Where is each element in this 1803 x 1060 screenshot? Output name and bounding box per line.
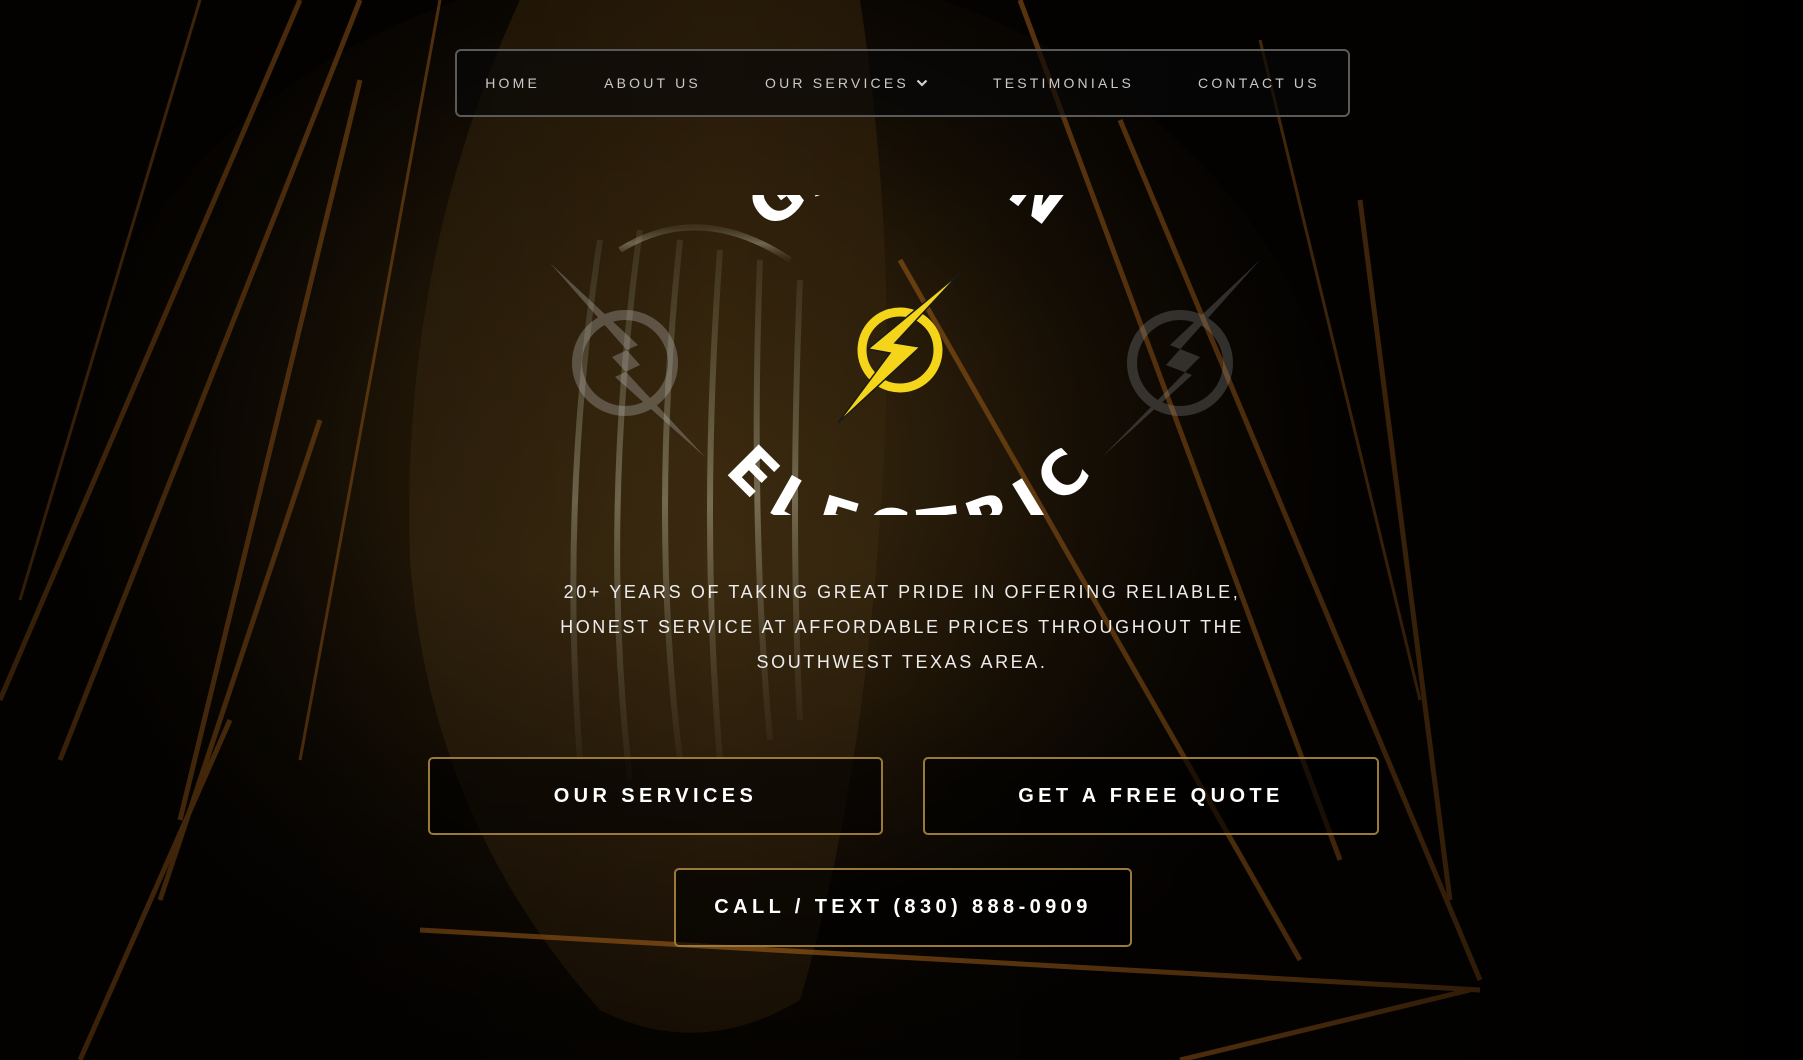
call-text-button[interactable]: CALL / TEXT (830) 888-0909 — [674, 868, 1132, 947]
tagline-line-1: 20+ YEARS OF TAKING GREAT PRIDE IN OFFER… — [563, 582, 1241, 602]
nav-testimonials-label: TESTIMONIALS — [992, 75, 1135, 91]
hero-section: HOME ABOUT US OUR SERVICES TESTIMONIALS … — [0, 0, 1803, 1060]
hero-tagline: 20+ YEARS OF TAKING GREAT PRIDE IN OFFER… — [560, 575, 1244, 680]
tagline-line-2: HONEST SERVICE AT AFFORDABLE PRICES THRO… — [560, 617, 1244, 637]
nav-home-label: HOME — [485, 75, 541, 91]
our-services-button-label: OUR SERVICES — [553, 784, 758, 807]
nav-about-link[interactable]: ABOUT US — [604, 75, 701, 91]
logo-bottom-text: ELECTRIC — [713, 432, 1106, 515]
nav-testimonials-link[interactable]: TESTIMONIALS — [993, 75, 1134, 91]
nav-services-label: OUR SERVICES — [764, 75, 909, 91]
logo-top-text: GALVAN — [734, 195, 1086, 243]
nav-home-link[interactable]: HOME — [485, 75, 540, 91]
nav-services-dropdown[interactable]: OUR SERVICES — [765, 75, 929, 91]
call-text-button-label: CALL / TEXT (830) 888-0909 — [714, 896, 1092, 918]
free-quote-button[interactable]: GET A FREE QUOTE — [923, 757, 1379, 835]
tagline-line-3: SOUTHWEST TEXAS AREA. — [756, 652, 1048, 672]
main-nav: HOME ABOUT US OUR SERVICES TESTIMONIALS … — [455, 49, 1350, 117]
right-bolt-emblem-icon — [1102, 260, 1260, 457]
chevron-down-icon — [916, 79, 928, 87]
free-quote-button-label: GET A FREE QUOTE — [1018, 784, 1284, 807]
galvan-electric-logo[interactable]: GALVAN ELECTRIC — [520, 117, 1280, 569]
nav-about-label: ABOUT US — [604, 75, 701, 91]
lightning-bolt-icon — [837, 272, 961, 424]
logo-graphic: GALVAN ELECTRIC — [550, 117, 1260, 569]
our-services-button[interactable]: OUR SERVICES — [428, 757, 883, 835]
left-bolt-emblem-icon — [550, 263, 705, 457]
nav-contact-label: CONTACT US — [1198, 75, 1320, 91]
nav-contact-link[interactable]: CONTACT US — [1198, 75, 1320, 91]
